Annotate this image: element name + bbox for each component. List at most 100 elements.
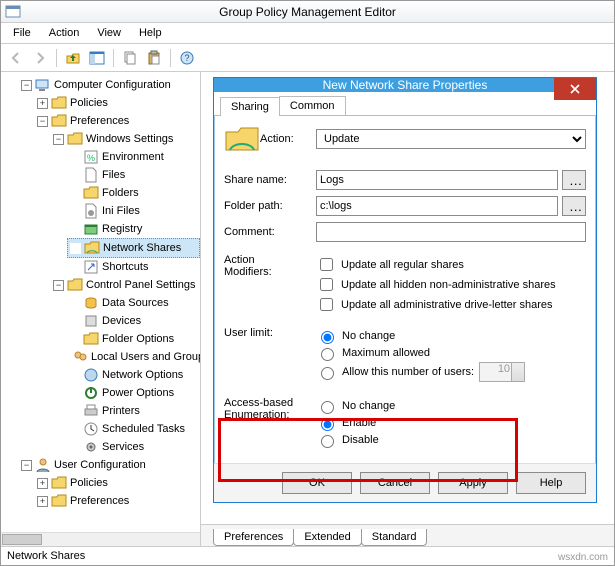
dialog-titlebar[interactable]: New Network Share Properties <box>214 78 596 92</box>
tree-computer-configuration[interactable]: − Computer Configuration <box>19 76 200 94</box>
tree-files[interactable]: Files <box>67 166 200 184</box>
radio-userlimit-number[interactable] <box>321 367 334 380</box>
action-select[interactable]: Update <box>316 129 586 149</box>
window-titlebar: Group Policy Management Editor <box>1 1 614 23</box>
gear-icon <box>83 439 99 455</box>
tree-user-preferences[interactable]: +Preferences <box>35 492 200 510</box>
tab-standard[interactable]: Standard <box>361 529 428 546</box>
tree-local-users-groups[interactable]: Local Users and Groups <box>67 348 200 366</box>
share-name-input[interactable] <box>316 170 558 190</box>
tab-common[interactable]: Common <box>279 96 346 115</box>
tree-control-panel-settings[interactable]: −Control Panel Settings <box>51 276 200 294</box>
back-button[interactable] <box>5 47 27 69</box>
control-panel-icon <box>67 277 83 293</box>
tab-sharing[interactable]: Sharing <box>220 97 280 116</box>
menu-action[interactable]: Action <box>41 25 88 41</box>
folder-icon <box>51 113 67 129</box>
tree-network-options[interactable]: Network Options <box>67 366 200 384</box>
registry-icon <box>83 221 99 237</box>
comment-input[interactable] <box>316 222 586 242</box>
computer-icon <box>35 77 51 93</box>
expand-icon[interactable]: + <box>37 496 48 507</box>
shortcut-icon <box>83 259 99 275</box>
forward-button[interactable] <box>29 47 51 69</box>
tree-pane: − Computer Configuration +Policies −Pref… <box>1 72 201 546</box>
collapse-icon[interactable]: − <box>21 460 32 471</box>
label-comment: Comment: <box>224 226 316 238</box>
tree-scheduled-tasks[interactable]: Scheduled Tasks <box>67 420 200 438</box>
radio-userlimit-nochange[interactable] <box>321 331 334 344</box>
users-icon <box>72 349 88 365</box>
tree-printers[interactable]: Printers <box>67 402 200 420</box>
expand-icon[interactable]: + <box>37 98 48 109</box>
tree-power-options[interactable]: Power Options <box>67 384 200 402</box>
share-name-browse-button[interactable]: … <box>562 170 586 190</box>
svg-text:%: % <box>87 153 95 163</box>
tree-ini-files[interactable]: Ini Files <box>67 202 200 220</box>
folder-options-icon <box>83 331 99 347</box>
menu-help[interactable]: Help <box>131 25 170 41</box>
expand-icon[interactable]: + <box>37 478 48 489</box>
highlight-box <box>218 418 518 482</box>
menu-view[interactable]: View <box>89 25 129 41</box>
tree-folder-options[interactable]: Folder Options <box>67 330 200 348</box>
tree-windows-settings[interactable]: −Windows Settings <box>51 130 200 148</box>
tree-shortcuts[interactable]: Shortcuts <box>67 258 200 276</box>
radio-abe-nochange[interactable] <box>321 401 334 414</box>
help-button[interactable]: ? <box>176 47 198 69</box>
data-source-icon <box>83 295 99 311</box>
tree[interactable]: − Computer Configuration +Policies −Pref… <box>1 72 200 514</box>
tree-user-policies[interactable]: +Policies <box>35 474 200 492</box>
tree-policies[interactable]: +Policies <box>35 94 200 112</box>
collapse-icon[interactable]: − <box>53 280 64 291</box>
folder-path-browse-button[interactable]: … <box>562 196 586 216</box>
tree-services[interactable]: Services <box>67 438 200 456</box>
check-update-hidden[interactable] <box>320 278 333 291</box>
tree-devices[interactable]: Devices <box>67 312 200 330</box>
folder-path-input[interactable] <box>316 196 558 216</box>
help-button[interactable]: Help <box>516 472 586 494</box>
svg-text:?: ? <box>184 53 189 63</box>
dialog-tabstrip: Sharing Common <box>214 92 596 116</box>
show-hide-tree-button[interactable] <box>86 47 108 69</box>
folder-icon <box>51 475 67 491</box>
tab-preferences[interactable]: Preferences <box>213 529 294 546</box>
copy-button[interactable] <box>119 47 141 69</box>
label-folder-path: Folder path: <box>224 200 316 212</box>
window-title: Group Policy Management Editor <box>219 5 396 19</box>
collapse-icon[interactable]: − <box>37 116 48 127</box>
watermark: wsxdn.com <box>558 552 608 563</box>
paste-button[interactable] <box>143 47 165 69</box>
close-button[interactable] <box>554 78 596 100</box>
dialog-new-network-share: New Network Share Properties Sharing Com… <box>213 77 597 503</box>
tree-network-shares[interactable]: Network Shares <box>67 238 200 258</box>
menubar: File Action View Help <box>1 23 614 44</box>
tree-user-configuration[interactable]: −User Configuration <box>19 456 200 474</box>
tree-environment[interactable]: %Environment <box>67 148 200 166</box>
check-update-regular[interactable] <box>320 258 333 271</box>
detail-tabstrip: Preferences Extended Standard <box>201 524 614 546</box>
collapse-icon[interactable]: − <box>53 134 64 145</box>
label-action: Action: <box>260 133 316 145</box>
tree-registry[interactable]: Registry <box>67 220 200 238</box>
tree-data-sources[interactable]: Data Sources <box>67 294 200 312</box>
toolbar: ? <box>1 44 614 72</box>
user-limit-spinner[interactable]: 10 <box>479 362 525 382</box>
collapse-icon[interactable]: − <box>21 80 32 91</box>
label-share-name: Share name: <box>224 174 316 186</box>
tree-preferences[interactable]: −Preferences <box>35 112 200 130</box>
menu-file[interactable]: File <box>5 25 39 41</box>
up-button[interactable] <box>62 47 84 69</box>
file-icon <box>83 167 99 183</box>
folder-icon <box>67 131 83 147</box>
tree-horizontal-scrollbar[interactable] <box>1 532 200 546</box>
tree-folders[interactable]: Folders <box>67 184 200 202</box>
tab-extended[interactable]: Extended <box>293 529 361 546</box>
check-update-drive[interactable] <box>320 298 333 311</box>
close-icon <box>570 84 580 94</box>
app-icon <box>5 4 21 23</box>
radio-userlimit-max[interactable] <box>321 348 334 361</box>
printer-icon <box>83 403 99 419</box>
network-icon <box>83 367 99 383</box>
user-icon <box>35 457 51 473</box>
